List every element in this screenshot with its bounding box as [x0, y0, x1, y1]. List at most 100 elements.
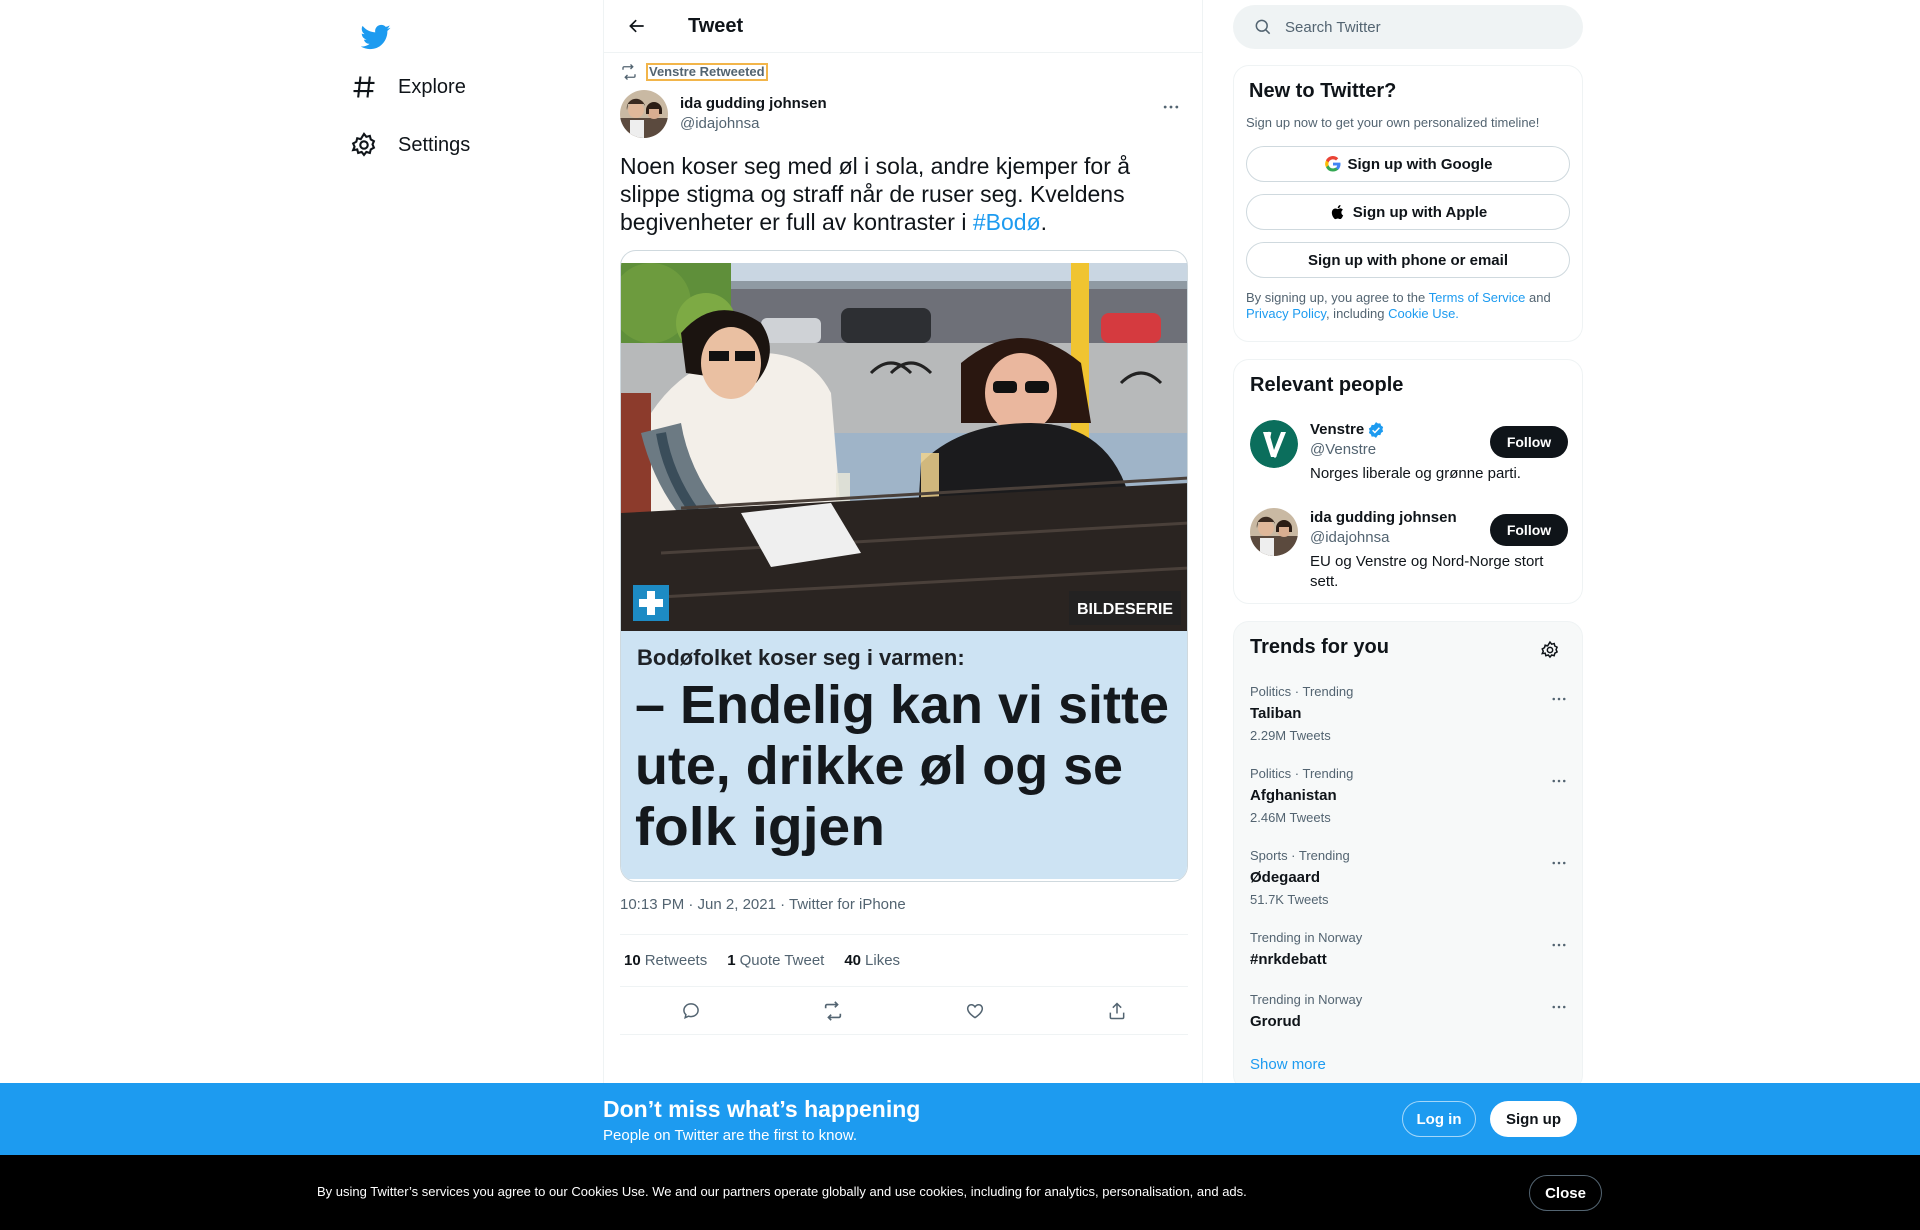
more-dots-icon [1552, 1005, 1566, 1009]
more-dots-icon [1552, 779, 1566, 783]
nav-explore-label: Explore [398, 75, 466, 98]
trend-more-button[interactable] [1544, 766, 1574, 796]
gear-icon [351, 132, 376, 157]
signup-google-button[interactable]: Sign up with Google [1246, 146, 1570, 182]
cookie-bar: By using Twitter’s services you agree to… [0, 1155, 1920, 1230]
tweet-stats: 10 Retweets 1 Quote Tweet 40 Likes [620, 934, 1188, 987]
verified-badge-icon [1369, 422, 1384, 438]
photo-badge: BILDESERIE [1077, 601, 1173, 618]
terms-including: , including [1325, 306, 1389, 321]
new-to-twitter-title: New to Twitter? [1249, 80, 1397, 102]
follow-button[interactable]: Follow [1490, 426, 1568, 458]
quotes-label: Quote Tweet [739, 952, 825, 969]
trend-more-button[interactable] [1544, 992, 1574, 1022]
trend-count: 2.46M Tweets [1250, 810, 1331, 825]
new-to-twitter-card: New to Twitter? Sign up now to get your … [1233, 65, 1583, 342]
trend-name: Grorud [1250, 1013, 1301, 1030]
follow-button[interactable]: Follow [1490, 514, 1568, 546]
terms-of-service-link[interactable]: Terms of Service [1429, 290, 1526, 305]
nav-settings[interactable]: Settings [350, 119, 470, 171]
like-button[interactable] [957, 993, 993, 1029]
tweet-more-button[interactable] [1154, 90, 1188, 124]
trend-meta: Politics · Trending [1250, 684, 1354, 699]
search-input[interactable] [1285, 18, 1545, 36]
trend-name: Taliban [1250, 705, 1302, 722]
share-icon [1109, 1002, 1125, 1020]
more-dots-icon [1552, 697, 1566, 701]
person-idajohnsa[interactable]: ida gudding johnsen @idajohnsa EU og Ven… [1250, 508, 1568, 592]
trend-item[interactable]: Trending in Norway Grorud [1250, 992, 1568, 1032]
photo-headline-2: ute, drikke øl og se [635, 736, 1123, 796]
relevant-people-card: Relevant people Venstre @Venstre Norges … [1233, 359, 1583, 604]
twitter-logo[interactable] [350, 11, 402, 63]
retweet-button[interactable] [815, 993, 851, 1029]
search-icon [1255, 19, 1271, 35]
trends-settings-button[interactable] [1534, 634, 1566, 666]
trend-count: 2.29M Tweets [1250, 728, 1331, 743]
signup-email-button[interactable]: Sign up with phone or email [1246, 242, 1570, 278]
arrow-left-icon [629, 19, 644, 33]
retweeted-by-link[interactable]: Venstre Retweeted [646, 63, 768, 81]
avatar[interactable] [1250, 420, 1298, 468]
signup-terms: By signing up, you agree to the Terms of… [1246, 290, 1570, 322]
trend-count: 51.7K Tweets [1250, 892, 1329, 907]
page-title: Tweet [688, 14, 744, 37]
cookie-use-link[interactable]: Cookie Use. [1388, 306, 1459, 321]
trend-item[interactable]: Trending in Norway #nrkdebatt [1250, 930, 1568, 970]
signup-email-label: Sign up with phone or email [1307, 251, 1508, 269]
share-button[interactable] [1099, 993, 1135, 1029]
author-handle[interactable]: @idajohnsa [680, 114, 827, 134]
search-box[interactable] [1233, 5, 1583, 49]
trend-meta: Sports · Trending [1250, 848, 1350, 863]
trend-item[interactable]: Politics · Trending Taliban 2.29M Tweets [1250, 684, 1568, 744]
person-name: ida gudding johnsen [1310, 509, 1457, 526]
likes-stat[interactable]: 40 Likes [844, 952, 900, 969]
signup-apple-button[interactable]: Sign up with Apple [1246, 194, 1570, 230]
trend-more-button[interactable] [1544, 684, 1574, 714]
login-button[interactable]: Log in [1402, 1101, 1476, 1137]
tweet-text-body: Noen koser seg med øl i sola, andre kjem… [620, 153, 1131, 235]
retweets-count: 10 [624, 952, 641, 969]
tweet-timestamp[interactable]: 10:13 PM · Jun 2, 2021 · Twitter for iPh… [620, 896, 906, 913]
trend-more-button[interactable] [1544, 848, 1574, 878]
hashtag-link[interactable]: #Bodø [973, 209, 1041, 235]
main-column: Tweet Venstre Retweeted ida gudding john… [603, 0, 1203, 1230]
avatar[interactable] [620, 90, 668, 138]
banner-subtitle: People on Twitter are the first to know. [603, 1127, 858, 1144]
reply-button[interactable] [673, 993, 709, 1029]
trends-title: Trends for you [1250, 636, 1389, 658]
show-more-link[interactable]: Show more [1250, 1056, 1326, 1073]
trend-item[interactable]: Politics · Trending Afghanistan 2.46M Tw… [1250, 766, 1568, 826]
nav-explore[interactable]: Explore [350, 61, 466, 113]
trend-item[interactable]: Sports · Trending Ødegaard 51.7K Tweets [1250, 848, 1568, 908]
likes-label: Likes [865, 952, 901, 969]
person-bio: Norges liberale og grønne parti. [1310, 465, 1521, 482]
retweets-label: Retweets [644, 952, 708, 969]
person-handle: @idajohnsa [1310, 529, 1390, 546]
author-name[interactable]: ida gudding johnsen [680, 94, 827, 114]
trend-meta: Politics · Trending [1250, 766, 1354, 781]
avatar[interactable] [1250, 508, 1298, 556]
tweet-media[interactable]: BILDESERIE Bodøfolket koser seg i varmen… [620, 250, 1188, 882]
person-venstre[interactable]: Venstre @Venstre Norges liberale og grøn… [1250, 420, 1568, 484]
nav-settings-label: Settings [398, 133, 471, 156]
cookie-text: By using Twitter’s services you agree to… [317, 1184, 1247, 1199]
quotes-stat[interactable]: 1 Quote Tweet [727, 952, 824, 969]
signup-banner: Don’t miss what’s happening People on Tw… [0, 1083, 1920, 1155]
trend-more-button[interactable] [1544, 930, 1574, 960]
photo-headline-3: folk igjen [635, 797, 885, 857]
tweet-actions [620, 988, 1188, 1035]
tweet-photo: BILDESERIE Bodøfolket koser seg i varmen… [621, 263, 1187, 879]
trend-meta: Trending in Norway [1250, 992, 1363, 1007]
trends-card: Trends for you Politics · Trending Talib… [1233, 621, 1583, 1091]
privacy-policy-link[interactable]: Privacy Policy [1246, 306, 1326, 321]
back-button[interactable] [620, 9, 654, 43]
tweet-author: ida gudding johnsen @idajohnsa [620, 90, 1188, 138]
signup-button[interactable]: Sign up [1490, 1101, 1577, 1137]
tweet-text: Noen koser seg med øl i sola, andre kjem… [620, 152, 1192, 236]
more-dots-icon [1552, 861, 1566, 865]
twitter-bird-icon [361, 24, 391, 50]
retweets-stat[interactable]: 10 Retweets [624, 952, 707, 969]
cookie-close-button[interactable]: Close [1529, 1175, 1602, 1211]
reply-icon [683, 1003, 699, 1019]
